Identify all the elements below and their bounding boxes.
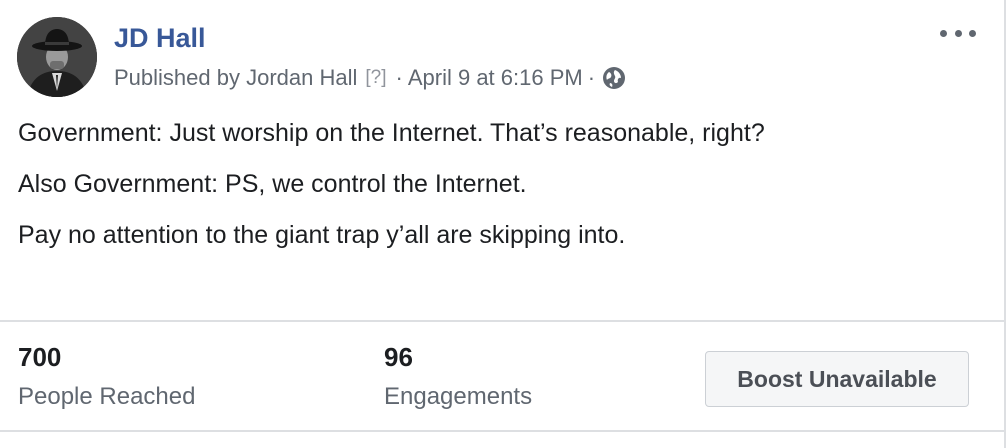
- post-timestamp-link[interactable]: April 9 at 6:16 PM: [408, 64, 583, 92]
- more-options-icon[interactable]: [940, 22, 976, 44]
- help-marker[interactable]: [?]: [365, 64, 386, 92]
- publisher-name: Jordan Hall: [246, 65, 358, 90]
- boost-unavailable-button[interactable]: Boost Unavailable: [705, 351, 969, 407]
- more-dot: [940, 29, 947, 37]
- people-reached-value: 700: [18, 342, 62, 372]
- author-name-link[interactable]: JD Hall: [114, 22, 206, 54]
- engagements-value: 96: [384, 342, 413, 372]
- separator-dot: ·: [395, 65, 403, 90]
- post-paragraph: Also Government: PS, we control the Inte…: [18, 170, 527, 198]
- post-paragraph: Government: Just worship on the Internet…: [18, 119, 765, 147]
- stats-divider: [0, 320, 1004, 322]
- published-prefix: Published by: [114, 65, 240, 90]
- people-reached-stat[interactable]: 700 People Reached: [18, 340, 195, 412]
- people-reached-label: People Reached: [18, 383, 196, 410]
- separator-dot-2: ·: [587, 65, 596, 90]
- profile-photo: [17, 17, 97, 97]
- bottom-divider: [0, 430, 1004, 432]
- post-card: JD Hall Published by Jordan Hall [?] · A…: [0, 0, 1006, 448]
- post-body: Government: Just worship on the Internet…: [18, 116, 978, 269]
- engagements-stat[interactable]: 96 Engagements: [384, 340, 532, 412]
- post-meta: Published by Jordan Hall [?] · April 9 a…: [114, 64, 626, 92]
- more-dot: [954, 29, 962, 37]
- avatar[interactable]: [17, 17, 97, 97]
- engagements-label: Engagements: [384, 383, 533, 410]
- globe-icon[interactable]: [602, 66, 626, 90]
- post-paragraph: Pay no attention to the giant trap y’all…: [18, 221, 626, 249]
- more-dot: [969, 29, 976, 37]
